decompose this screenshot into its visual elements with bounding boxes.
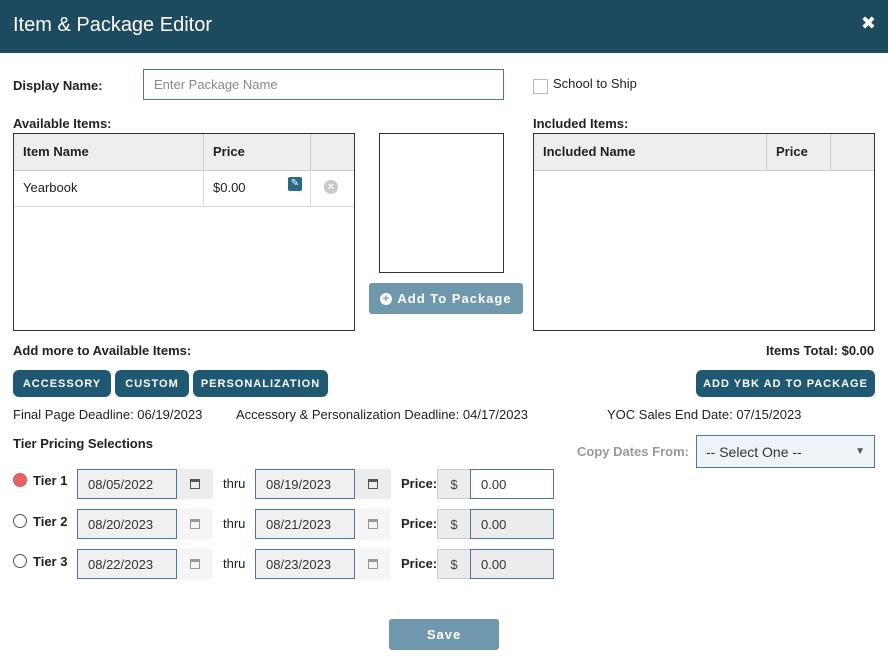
personalization-button[interactable]: PERSONALIZATION [193, 370, 328, 397]
school-to-ship-label: School to Ship [553, 76, 637, 91]
add-more-label: Add more to Available Items: [13, 343, 192, 358]
tier-2-price-label: Price: [401, 516, 438, 531]
final-page-deadline: Final Page Deadline: 06/19/2023 [13, 407, 203, 422]
add-ybk-ad-button[interactable]: ADD YBK AD TO PACKAGE [696, 370, 875, 397]
tier-3-start-calendar[interactable] [177, 549, 213, 579]
table-row[interactable]: Yearbook $0.00 ✎ × [14, 170, 354, 207]
dialog-title: Item & Package Editor [13, 14, 212, 36]
available-items-header: Item Name Price [14, 134, 354, 171]
tier-3-radio[interactable] [13, 554, 27, 568]
tier-3-price-label: Price: [401, 556, 438, 571]
remove-icon[interactable]: × [324, 180, 338, 194]
tier-3-thru: thru [223, 556, 246, 571]
display-name-label: Display Name: [13, 78, 103, 93]
add-to-package-label: Add To Package [397, 291, 512, 306]
tier-3-start-date[interactable]: 08/22/2023 [77, 549, 177, 579]
calendar-icon [368, 479, 378, 489]
accessory-deadline: Accessory & Personalization Deadline: 04… [236, 407, 528, 422]
tier-3-label: Tier 3 [33, 554, 68, 569]
tier-2-radio[interactable] [13, 514, 27, 528]
tier-3-end-calendar[interactable] [355, 549, 391, 579]
tier-1-end-calendar[interactable] [355, 469, 391, 499]
calendar-icon [190, 519, 200, 529]
tier-1-price-label: Price: [401, 476, 438, 491]
tier-pricing-label: Tier Pricing Selections [13, 436, 153, 451]
tier-2-start-calendar[interactable] [177, 509, 213, 539]
tier-2-start-date[interactable]: 08/20/2023 [77, 509, 177, 539]
copy-dates-label: Copy Dates From: [577, 444, 689, 459]
item-actions-cell: × [311, 170, 354, 206]
tier-2-end-date[interactable]: 08/21/2023 [255, 509, 355, 539]
save-button[interactable]: Save [389, 619, 499, 650]
calendar-icon [190, 479, 200, 489]
tier-2-label: Tier 2 [33, 514, 68, 529]
school-to-ship-checkbox[interactable] [533, 79, 548, 94]
item-price-cell: $0.00 ✎ [204, 170, 311, 206]
tier-1-radio[interactable] [13, 473, 27, 487]
tier-1-price-input[interactable]: 0.00 [470, 469, 554, 499]
tier-3-currency: $ [437, 549, 471, 579]
calendar-icon [368, 559, 378, 569]
tier-3-price-input[interactable]: 0.00 [470, 549, 554, 579]
tier-2-currency: $ [437, 509, 471, 539]
copy-dates-value: -- Select One -- [706, 443, 802, 460]
close-icon[interactable]: ✖ [861, 13, 876, 34]
tier-1-start-date[interactable]: 08/05/2022 [77, 469, 177, 499]
available-items-label: Available Items: [13, 116, 112, 131]
item-name-cell: Yearbook [14, 170, 204, 206]
column-included-price[interactable]: Price [767, 134, 831, 170]
dialog-header: Item & Package Editor ✖ [0, 0, 888, 53]
add-to-package-button[interactable]: + Add To Package [369, 283, 523, 314]
custom-button[interactable]: CUSTOM [115, 370, 189, 397]
plus-circle-icon: + [380, 292, 393, 305]
tier-2-end-calendar[interactable] [355, 509, 391, 539]
column-actions [311, 134, 354, 170]
edit-pencil-icon[interactable]: ✎ [288, 177, 302, 191]
included-items-header: Included Name Price [534, 134, 874, 171]
yoc-sales-end-date: YOC Sales End Date: 07/15/2023 [607, 407, 802, 422]
chevron-down-icon: ▼ [855, 446, 865, 457]
tier-1-end-date[interactable]: 08/19/2023 [255, 469, 355, 499]
accessory-button[interactable]: ACCESSORY [13, 370, 111, 397]
tier-2-thru: thru [223, 516, 246, 531]
tier-1-start-calendar[interactable] [177, 469, 213, 499]
package-preview-box [379, 133, 504, 273]
tier-1-thru: thru [223, 476, 246, 491]
included-items-label: Included Items: [533, 116, 629, 131]
column-item-name[interactable]: Item Name [14, 134, 204, 170]
copy-dates-select[interactable]: -- Select One -- ▼ [696, 435, 875, 468]
tier-1-label: Tier 1 [33, 473, 68, 488]
items-total: Items Total: $0.00 [766, 343, 875, 358]
tier-3-end-date[interactable]: 08/23/2023 [255, 549, 355, 579]
item-price-value: $0.00 [213, 180, 246, 195]
calendar-icon [190, 559, 200, 569]
calendar-icon [368, 519, 378, 529]
display-name-input[interactable]: Enter Package Name [143, 69, 504, 100]
tier-2-price-input[interactable]: 0.00 [470, 509, 554, 539]
available-items-grid: Item Name Price Yearbook $0.00 ✎ × [13, 133, 355, 331]
tier-1-currency: $ [437, 469, 471, 499]
column-price[interactable]: Price [204, 134, 311, 170]
included-items-grid: Included Name Price [533, 133, 875, 331]
column-included-actions [831, 134, 874, 170]
column-included-name[interactable]: Included Name [534, 134, 767, 170]
